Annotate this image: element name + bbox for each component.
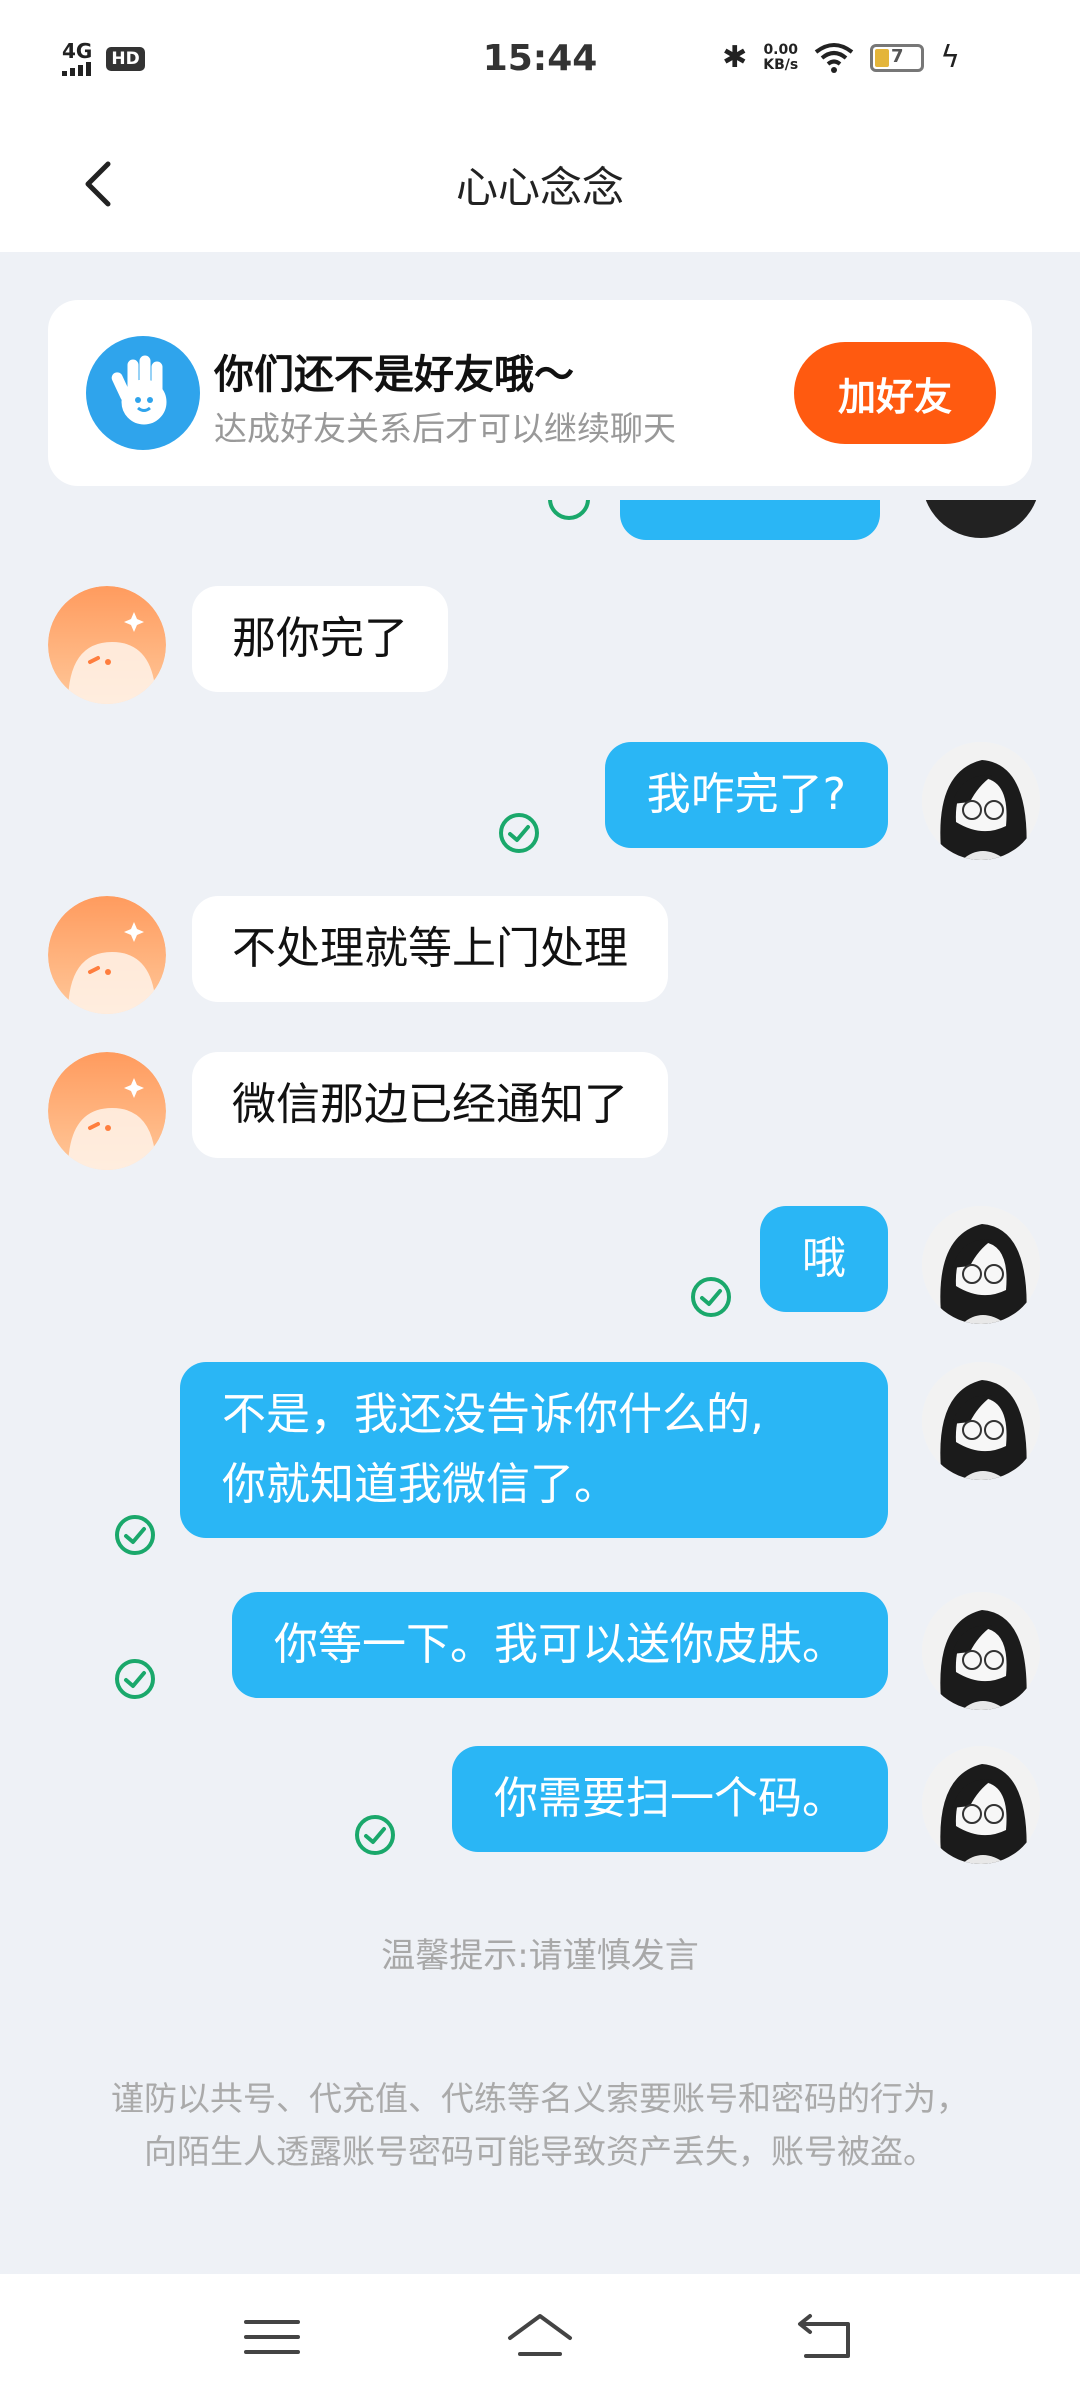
message-bubble: 那你完了: [192, 586, 448, 692]
system-navbar: [0, 2274, 1080, 2400]
check-circle-icon: [690, 1276, 732, 1318]
avatar[interactable]: [922, 1746, 1040, 1864]
message-incoming: 不处理就等上门处理: [48, 896, 1048, 1014]
home-icon: [508, 2314, 572, 2356]
message-outgoing: 哦: [0, 1206, 1080, 1324]
message-bubble: 你等一下。我可以送你皮肤。: [232, 1592, 888, 1698]
message-incoming: 那你完了: [48, 586, 1048, 704]
message-bubble: 不是，我还没告诉你什么的, 你就知道我微信了。: [180, 1362, 888, 1538]
message-outgoing: 我咋完了?: [0, 742, 1080, 860]
message-line: 不是，我还没告诉你什么的,: [222, 1389, 764, 1440]
status-bar: 4G HD 15:44 ✱ 0.00 KB/s 7 ϟ: [0, 0, 1080, 124]
home-button[interactable]: [504, 2302, 576, 2372]
friend-banner: 你们还不是好友哦～ 达成好友关系后才可以继续聊天 加好友: [48, 300, 1032, 486]
avatar[interactable]: [48, 896, 166, 1014]
waving-hand-icon: [86, 336, 200, 450]
message-bubble: 你需要扫一个码。: [452, 1746, 888, 1852]
check-circle-icon: [114, 1514, 156, 1556]
charging-icon: ϟ: [940, 40, 960, 75]
return-icon: [798, 2314, 850, 2358]
banner-title: 你们还不是好友哦～: [214, 352, 574, 398]
avatar[interactable]: [48, 1052, 166, 1170]
page-title: 心心念念: [455, 163, 624, 212]
speed-unit: KB/s: [763, 56, 799, 73]
add-friend-button[interactable]: 加好友: [794, 342, 996, 444]
message-bubble: 微信那边已经通知了: [192, 1052, 668, 1158]
check-circle-icon: [354, 1814, 396, 1856]
message-outgoing: 你等一下。我可以送你皮肤。: [0, 1592, 1080, 1710]
return-button[interactable]: [788, 2302, 860, 2372]
avatar[interactable]: [922, 742, 1040, 860]
menu-button[interactable]: [236, 2302, 308, 2372]
warning-text: 谨防以共号、代充值、代练等名义索要账号和密码的行为，向陌生人透露账号密码可能导致…: [111, 2079, 969, 2171]
check-circle-icon: [114, 1658, 156, 1700]
avatar[interactable]: [922, 1592, 1040, 1710]
network-speed: 0.00 KB/s: [763, 41, 799, 73]
speed-value: 0.00: [763, 41, 798, 58]
battery-level: 7: [890, 45, 904, 67]
menu-icon: [244, 2320, 300, 2354]
avatar[interactable]: [922, 1362, 1040, 1480]
message-list[interactable]: 那你完了 我咋完了? 不处理就等上门处理 微信那边已经通知了 哦 不是，我还没告…: [0, 500, 1080, 1980]
avatar[interactable]: [48, 586, 166, 704]
banner-subtitle: 达成好友关系后才可以继续聊天: [214, 409, 676, 448]
wifi-icon: [814, 42, 854, 73]
status-right: ✱ 0.00 KB/s 7 ϟ: [722, 40, 960, 75]
tip-text: 温馨提示:请谨慎发言: [381, 1936, 699, 1976]
message-bubble: 哦: [760, 1206, 888, 1312]
message-bubble: 不处理就等上门处理: [192, 896, 668, 1002]
message-line: 你就知道我微信了。: [222, 1459, 618, 1510]
message-bubble: 我咋完了?: [604, 742, 888, 848]
message-incoming: 微信那边已经通知了: [48, 1052, 1048, 1170]
message-outgoing: 不是，我还没告诉你什么的, 你就知道我微信了。: [0, 1362, 1080, 1558]
avatar[interactable]: [922, 1206, 1040, 1324]
message-outgoing: 你需要扫一个码。: [0, 1746, 1080, 1864]
bluetooth-icon: ✱: [722, 40, 748, 75]
message-cutoff: [0, 500, 1080, 540]
check-circle-icon: [498, 812, 540, 854]
battery-icon: 7: [870, 43, 925, 72]
chat-header: 心心念念: [0, 124, 1080, 252]
